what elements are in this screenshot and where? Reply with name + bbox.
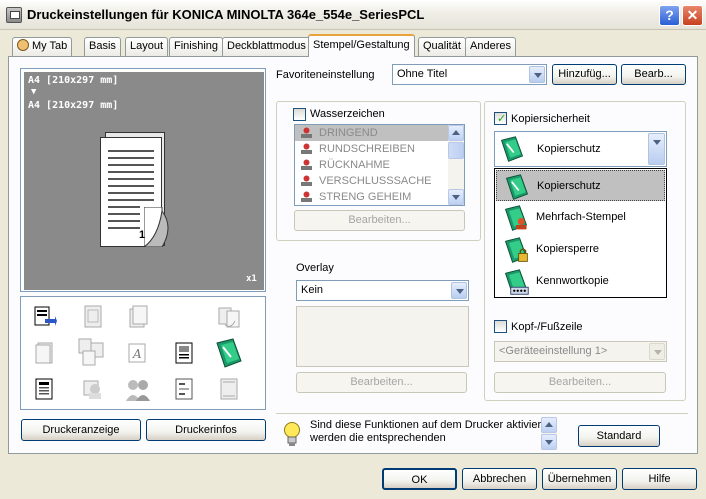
info-scrollbar[interactable] [541, 417, 557, 450]
window-title: Druckeinstellungen für KONICA MINOLTA 36… [27, 7, 425, 22]
tab-finishing[interactable]: Finishing [169, 37, 224, 56]
copy-security-label: Kopiersicherheit [511, 113, 590, 125]
tab-label: My Tab [32, 40, 68, 52]
info-text-line2: werden die entsprechenden [310, 432, 446, 444]
title-bar: Druckeinstellungen für KONICA MINOLTA 36… [0, 0, 706, 30]
tab-layout[interactable]: Layout [125, 37, 169, 56]
watermark-label: Wasserzeichen [310, 108, 385, 120]
overlay-label: Overlay [296, 262, 334, 274]
help-title-button[interactable]: ? [659, 5, 680, 26]
scroll-up-icon[interactable] [541, 417, 557, 433]
overlay-select[interactable]: Kein [296, 280, 469, 301]
page-number: 1 [139, 229, 146, 241]
add-favorite-button[interactable]: Hinzufüg... [552, 64, 617, 85]
settings-doc-icon[interactable] [173, 377, 197, 401]
overlay-list[interactable] [296, 306, 469, 367]
account-track-icon[interactable] [124, 377, 152, 403]
ok-button[interactable]: OK [382, 468, 457, 490]
font-icon[interactable]: A [126, 341, 150, 365]
booklet-icon[interactable] [126, 305, 150, 329]
scroll-down-icon[interactable] [448, 189, 464, 205]
list-item[interactable]: RÜCKNAHME [295, 157, 464, 173]
tab-basis[interactable]: Basis [84, 37, 121, 56]
copy-security-checkbox[interactable]: ✓ [494, 112, 507, 125]
repeat-stamp-icon [504, 205, 528, 231]
header-footer-value: <Geräteeinstellung 1> [499, 345, 608, 357]
header-footer-checkbox[interactable] [494, 320, 507, 333]
apply-button[interactable]: Übernehmen [542, 468, 617, 490]
option-kopierschutz[interactable]: Kopierschutz [496, 170, 665, 201]
header-footer-edit-button[interactable]: Bearbeiten... [494, 372, 666, 393]
chevron-down-icon [649, 343, 665, 360]
option-kopiersperre[interactable]: Kopiersperre [496, 234, 665, 265]
chevron-down-icon [451, 282, 467, 299]
rotate-pages-icon[interactable] [217, 305, 241, 329]
tab-anderes[interactable]: Anderes [465, 37, 516, 56]
favorites-select[interactable]: Ohne Titel [392, 64, 547, 85]
copy-security-icon[interactable] [213, 337, 245, 369]
watermark-edit-button[interactable]: Bearbeiten... [294, 210, 465, 231]
overlay-value: Kein [301, 284, 324, 296]
watermark-checkbox[interactable] [293, 108, 306, 121]
list-item[interactable]: DRINGEND [295, 125, 464, 141]
favorites-value: Ohne Titel [397, 68, 448, 80]
scroll-down-icon[interactable] [541, 434, 557, 450]
info-text-line1: Sind diese Funktionen auf dem Drucker ak… [310, 419, 548, 431]
watermark-list[interactable]: DRINGEND RUNDSCHREIBEN RÜCKNAHME VERSCHL… [294, 124, 465, 206]
page-curl-icon [144, 207, 169, 247]
close-button[interactable]: ✕ [682, 5, 703, 26]
chevron-down-icon [648, 133, 665, 165]
input-tray-icon[interactable] [33, 305, 57, 329]
edit-favorite-button[interactable]: Bearb... [621, 64, 686, 85]
option-kennwortkopie[interactable]: Kennwortkopie [496, 266, 665, 297]
standard-button[interactable]: Standard [578, 425, 660, 447]
cancel-button[interactable]: Abbrechen [462, 468, 537, 490]
watermark-scrollbar[interactable] [448, 125, 464, 205]
overlay-doc-icon[interactable] [173, 341, 197, 365]
user-icon [17, 39, 29, 51]
scroll-up-icon[interactable] [448, 125, 464, 141]
copy-security-dropdown[interactable]: Kopierschutz Mehrfach-Stempel Kopiersper… [494, 168, 667, 298]
preview-source-size: A4 [210x297 mm] [28, 75, 119, 86]
tab-deckblattmodus[interactable]: Deckblattmodus [222, 37, 311, 56]
duplex-icon[interactable] [33, 341, 57, 365]
printer-info-button[interactable]: Druckerinfos [146, 419, 266, 441]
preview-output-size: A4 [210x297 mm] [28, 100, 119, 111]
lightbulb-icon [284, 422, 300, 446]
tab-stempel-gestaltung[interactable]: Stempel/Gestaltung [308, 34, 415, 57]
option-mehrfach-stempel[interactable]: Mehrfach-Stempel [496, 202, 665, 233]
header-footer-icon[interactable] [217, 377, 241, 401]
copy-security-select[interactable]: Kopierschutz [494, 131, 667, 167]
multi-page-icon[interactable] [77, 337, 107, 367]
overlay-edit-button[interactable]: Bearbeiten... [296, 372, 467, 393]
printer-app-icon [6, 7, 22, 23]
cover-page-icon[interactable] [33, 377, 57, 401]
pages-per-sheet-icon[interactable] [81, 305, 105, 329]
printer-view-button[interactable]: Druckeranzeige [21, 419, 141, 441]
header-footer-label: Kopf-/Fußzeile [511, 321, 583, 333]
preview-arrow: ▼ [31, 87, 37, 97]
list-item[interactable]: STRENG GEHEIM [295, 189, 464, 205]
scroll-thumb[interactable] [448, 142, 464, 159]
list-item[interactable]: VERSCHLUSSSACHE [295, 173, 464, 189]
copy-protect-icon [505, 174, 529, 200]
password-copy-icon [504, 269, 529, 295]
chevron-down-icon [529, 66, 545, 83]
user-auth-icon[interactable] [81, 377, 105, 401]
tab-my-tab[interactable]: My Tab [12, 37, 73, 56]
tab-qualitaet[interactable]: Qualität [418, 37, 466, 56]
function-icon-grid: A [20, 296, 266, 410]
header-footer-select[interactable]: <Geräteeinstellung 1> [494, 341, 667, 362]
copy-lock-icon [504, 237, 528, 263]
help-button[interactable]: Hilfe [622, 468, 697, 490]
svg-text:A: A [132, 347, 142, 361]
favorites-label: Favoriteneinstellung [276, 69, 375, 81]
copy-protect-icon [500, 136, 524, 162]
check-icon: ✓ [497, 112, 507, 125]
list-item[interactable]: RUNDSCHREIBEN [295, 141, 464, 157]
copies-indicator: x1 [246, 274, 257, 284]
copy-security-value: Kopierschutz [537, 143, 601, 155]
